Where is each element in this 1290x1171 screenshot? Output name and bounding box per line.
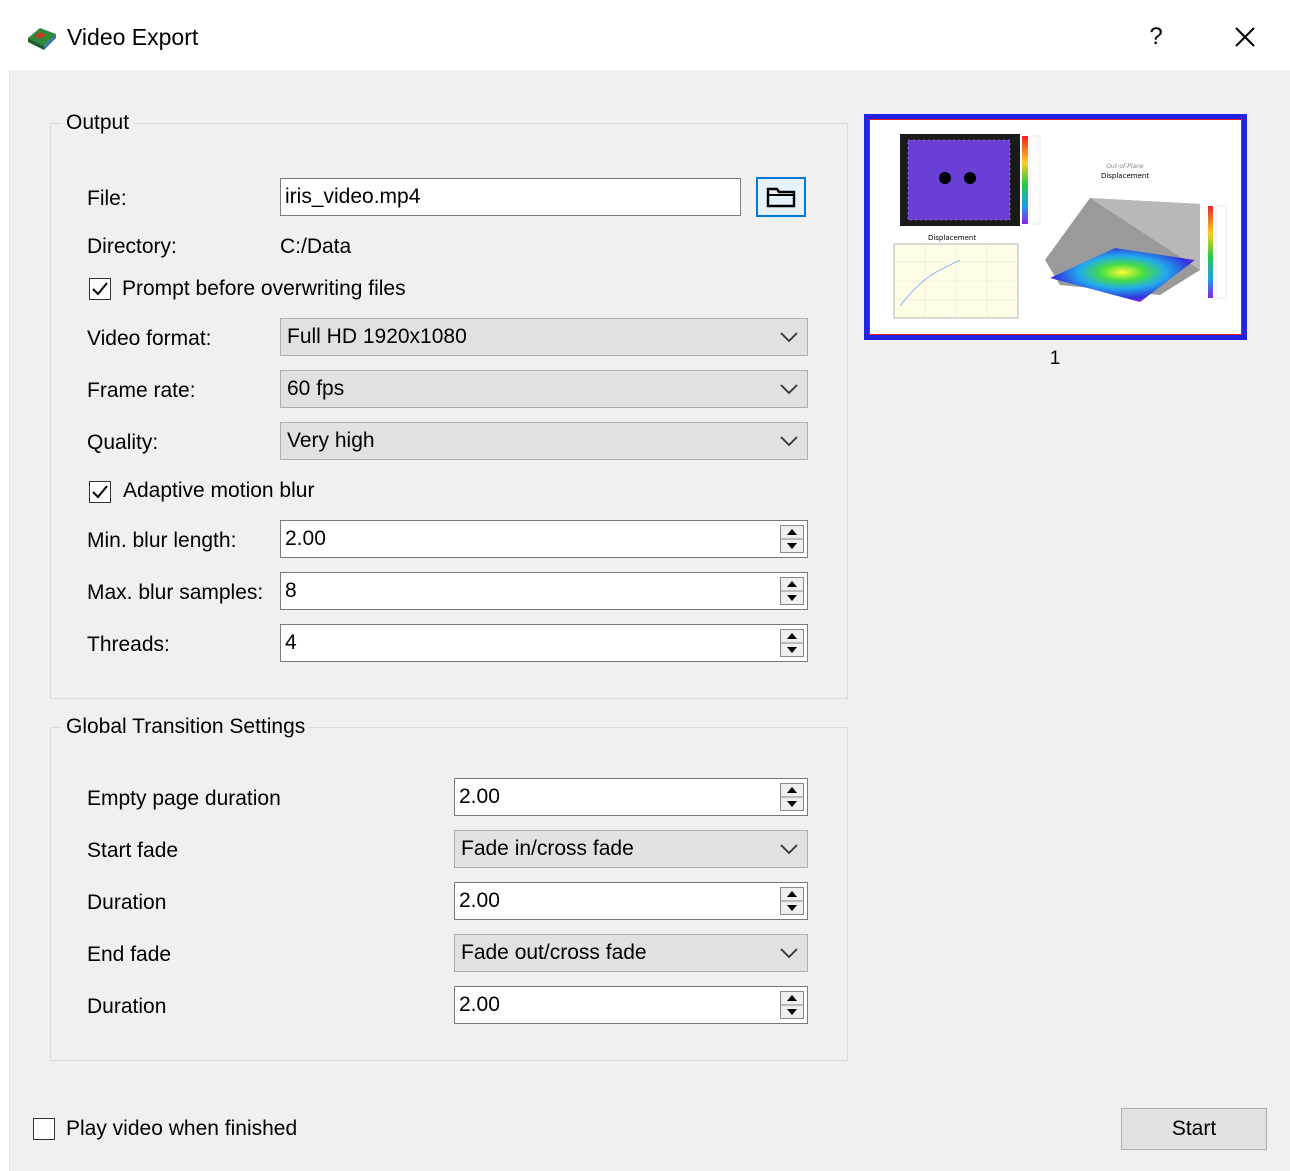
end-duration-spinbox[interactable]: 2.00 — [454, 986, 808, 1024]
adaptive-blur-checkbox[interactable] — [89, 481, 111, 503]
start-button[interactable]: Start — [1121, 1108, 1267, 1150]
thumb-heading-small: Out-of-Plane — [1106, 163, 1144, 170]
adaptive-blur-label[interactable]: Adaptive motion blur — [123, 479, 314, 503]
page-preview-image: Displacement Out-of-Plane Displacement — [893, 134, 1227, 319]
window-title: Video Export — [67, 24, 199, 50]
min-blur-value: 2.00 — [285, 527, 326, 550]
chevron-down-icon — [780, 384, 798, 395]
file-input[interactable]: iris_video.mp4 — [280, 178, 741, 216]
spin-arrows-icon[interactable] — [780, 577, 804, 605]
end-fade-label: End fade — [87, 943, 172, 966]
start-fade-select[interactable]: Fade in/cross fade — [454, 830, 808, 868]
browse-button[interactable] — [756, 177, 806, 217]
title-bar: Video Export ? — [0, 0, 1290, 70]
play-when-finished-checkbox[interactable] — [33, 1118, 55, 1140]
min-blur-label: Min. blur length: — [87, 529, 237, 552]
directory-value: C:/Data — [280, 235, 352, 258]
start-fade-label: Start fade — [87, 839, 179, 862]
app-logo-icon — [28, 28, 56, 50]
end-fade-select[interactable]: Fade out/cross fade — [454, 934, 808, 972]
help-button[interactable]: ? — [1140, 20, 1172, 54]
video-format-select[interactable]: Full HD 1920x1080 — [280, 318, 808, 356]
play-when-finished-label[interactable]: Play video when finished — [66, 1117, 297, 1141]
end-fade-value: Fade out/cross fade — [461, 941, 647, 964]
video-format-label: Video format: — [87, 327, 212, 350]
max-blur-value: 8 — [285, 579, 297, 602]
page-preview-canvas: Displacement Out-of-Plane Displacement — [870, 120, 1241, 334]
prompt-overwrite-checkbox[interactable] — [89, 278, 111, 300]
prompt-overwrite-label[interactable]: Prompt before overwriting files — [122, 277, 406, 301]
max-blur-label: Max. blur samples: — [87, 581, 264, 604]
close-icon — [1235, 27, 1255, 47]
directory-label: Directory: — [87, 235, 177, 258]
chevron-down-icon — [780, 332, 798, 343]
frame-rate-value: 60 fps — [287, 377, 345, 400]
empty-page-duration-spinbox[interactable]: 2.00 — [454, 778, 808, 816]
folder-icon — [766, 187, 796, 208]
quality-select[interactable]: Very high — [280, 422, 808, 460]
end-duration-value: 2.00 — [459, 993, 500, 1016]
empty-page-duration-value: 2.00 — [459, 785, 500, 808]
spin-arrows-icon[interactable] — [780, 887, 804, 915]
start-fade-value: Fade in/cross fade — [461, 837, 634, 860]
thumb-chart-title: Displacement — [928, 234, 976, 242]
quality-value: Very high — [287, 429, 375, 452]
start-duration-label: Duration — [87, 891, 167, 914]
start-duration-spinbox[interactable]: 2.00 — [454, 882, 808, 920]
spin-arrows-icon[interactable] — [780, 991, 804, 1019]
window-edge — [0, 70, 10, 1171]
transition-group-title: Global Transition Settings — [62, 715, 310, 739]
chevron-down-icon — [780, 844, 798, 855]
video-format-value: Full HD 1920x1080 — [287, 325, 467, 348]
spin-arrows-icon[interactable] — [780, 629, 804, 657]
checkmark-icon — [92, 282, 108, 296]
chevron-down-icon — [780, 436, 798, 447]
file-label: File: — [87, 187, 127, 210]
frame-rate-select[interactable]: 60 fps — [280, 370, 808, 408]
max-blur-spinbox[interactable]: 8 — [280, 572, 808, 610]
threads-spinbox[interactable]: 4 — [280, 624, 808, 662]
threads-value: 4 — [285, 631, 297, 654]
empty-page-duration-label: Empty page duration — [87, 787, 281, 810]
page-preview-thumbnail[interactable]: Displacement Out-of-Plane Displacement — [864, 114, 1247, 340]
page-number: 1 — [1049, 348, 1061, 369]
min-blur-spinbox[interactable]: 2.00 — [280, 520, 808, 558]
checkmark-icon — [92, 485, 108, 499]
spin-arrows-icon[interactable] — [780, 525, 804, 553]
chevron-down-icon — [780, 948, 798, 959]
start-duration-value: 2.00 — [459, 889, 500, 912]
spin-arrows-icon[interactable] — [780, 783, 804, 811]
output-group-title: Output — [62, 111, 134, 135]
threads-label: Threads: — [87, 633, 170, 656]
frame-rate-label: Frame rate: — [87, 379, 196, 402]
close-button[interactable] — [1228, 20, 1262, 54]
thumb-heading: Displacement — [1101, 172, 1149, 180]
quality-label: Quality: — [87, 431, 159, 454]
end-duration-label: Duration — [87, 995, 167, 1018]
